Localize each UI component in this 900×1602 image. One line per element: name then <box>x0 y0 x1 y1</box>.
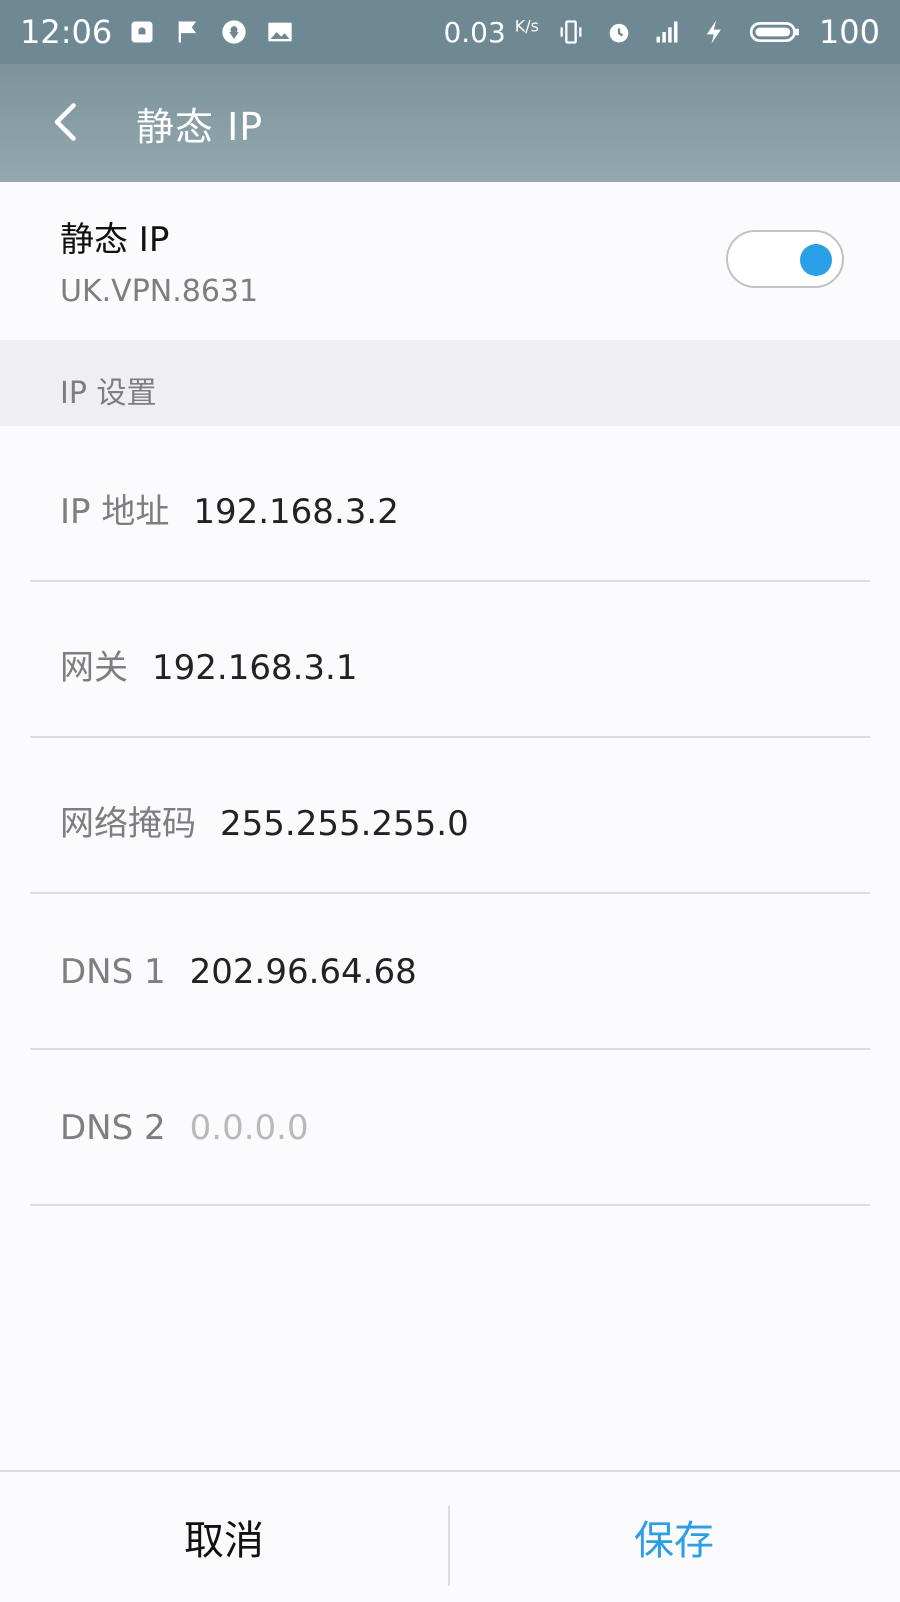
netmask-label: 网络掩码 <box>60 804 196 844</box>
ip-address-row: IP 地址 192.168.3.2 <box>60 484 399 533</box>
vibrate-icon <box>555 16 587 48</box>
image-icon <box>264 16 296 48</box>
netmask-row: 网络掩码 255.255.255.0 <box>60 796 469 845</box>
dns1-row: DNS 1 202.96.64.68 <box>60 952 417 992</box>
alarm-icon <box>603 16 635 48</box>
gateway-field[interactable]: 网关 192.168.3.1 <box>30 582 870 738</box>
network-speed-unit: K/s <box>514 16 539 36</box>
gateway-row: 网关 192.168.3.1 <box>60 640 357 689</box>
dns2-placeholder[interactable]: 0.0.0.0 <box>190 1108 309 1148</box>
battery-icon <box>747 16 803 48</box>
ip-address-value[interactable]: 192.168.3.2 <box>193 492 398 532</box>
gateway-value[interactable]: 192.168.3.1 <box>152 648 357 688</box>
location-icon <box>218 16 250 48</box>
signal-icon <box>651 16 683 48</box>
action-bar: 取消 保存 <box>0 1470 900 1602</box>
dns1-field[interactable]: DNS 1 202.96.64.68 <box>30 894 870 1050</box>
battery-level: 100 <box>818 13 880 51</box>
ip-settings-header: IP 设置 <box>0 340 900 426</box>
static-ip-row[interactable]: 静态 IP UK.VPN.8631 <box>0 182 900 338</box>
netmask-field[interactable]: 网络掩码 255.255.255.0 <box>30 738 870 894</box>
chevron-left-icon <box>54 103 76 141</box>
switch-knob <box>800 244 832 276</box>
dns2-label: DNS 2 <box>60 1108 166 1148</box>
dns1-label: DNS 1 <box>60 952 166 992</box>
app-bar: 静态 IP <box>0 64 900 182</box>
page-title: 静态 IP <box>136 105 264 149</box>
section-title: IP 设置 <box>60 376 157 411</box>
netmask-value[interactable]: 255.255.255.0 <box>220 804 469 844</box>
static-ip-title: 静态 IP <box>60 220 170 260</box>
notification-icon <box>126 16 158 48</box>
network-name: UK.VPN.8631 <box>60 274 259 309</box>
back-button[interactable] <box>40 94 96 150</box>
ip-address-label: IP 地址 <box>60 492 170 532</box>
ip-address-field[interactable]: IP 地址 192.168.3.2 <box>30 426 870 582</box>
status-bar: 12:06 0.03 K/s 100 <box>0 0 900 64</box>
static-ip-switch[interactable] <box>726 230 844 288</box>
status-time: 12:06 <box>20 13 113 51</box>
cancel-button[interactable]: 取消 <box>0 1472 448 1602</box>
save-button[interactable]: 保存 <box>450 1472 898 1602</box>
network-speed: 0.03 K/s <box>443 16 538 49</box>
dns1-value[interactable]: 202.96.64.68 <box>190 952 417 992</box>
dns2-field[interactable]: DNS 2 0.0.0.0 <box>30 1050 870 1206</box>
charging-icon <box>699 16 731 48</box>
dns2-row: DNS 2 0.0.0.0 <box>60 1108 309 1148</box>
flag-icon <box>172 16 204 48</box>
network-speed-value: 0.03 <box>443 15 506 49</box>
gateway-label: 网关 <box>60 648 128 688</box>
